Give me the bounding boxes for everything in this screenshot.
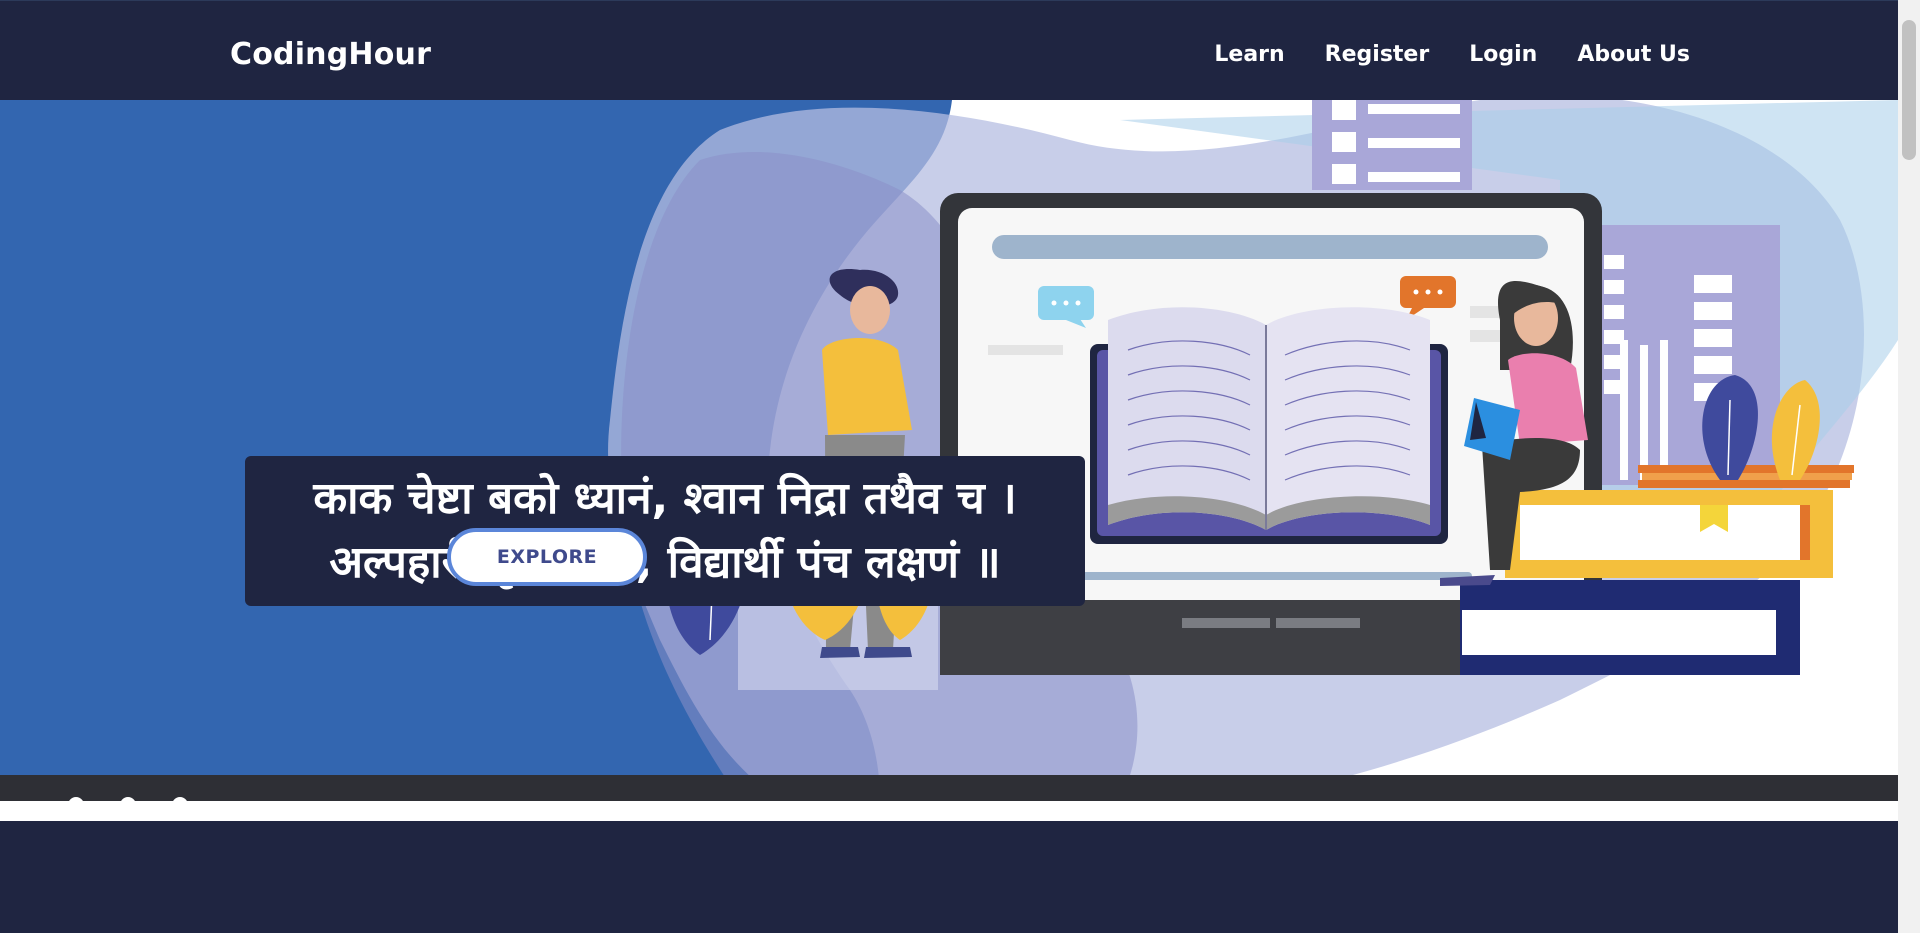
footer-section (0, 821, 1898, 933)
nav-link-register[interactable]: Register (1325, 42, 1430, 67)
carousel-dot-3[interactable] (172, 797, 188, 813)
navbar: CodingHour Learn Register Login About Us (0, 0, 1898, 100)
quote-box: काक चेष्टा बको ध्यानं, श्वान निद्रा तथैव… (245, 456, 1085, 606)
open-book-icon (1090, 307, 1448, 544)
carousel-indicator-bar (0, 775, 1898, 813)
scrollbar-thumb[interactable] (1902, 20, 1916, 160)
brand-logo[interactable]: CodingHour (230, 37, 431, 72)
nav-link-about-us[interactable]: About Us (1577, 42, 1690, 67)
nav-links: Learn Register Login About Us (1214, 42, 1690, 67)
hero-illustration (0, 100, 1898, 800)
quote-line-2: अल्पहारी गृह त्यागी, विद्यार्थी पंच लक्ष… (329, 537, 1001, 588)
page-scrollbar[interactable] (1898, 0, 1920, 933)
carousel-dot-2[interactable] (120, 797, 136, 813)
nav-link-login[interactable]: Login (1469, 42, 1537, 67)
nav-link-learn[interactable]: Learn (1214, 42, 1284, 67)
carousel-dot-1[interactable] (68, 797, 84, 813)
explore-button[interactable]: EXPLORE (447, 528, 647, 586)
quote-line-1: काक चेष्टा बको ध्यानं, श्वान निद्रा तथैव… (313, 473, 1017, 524)
hero-carousel: काक चेष्टा बको ध्यानं, श्वान निद्रा तथैव… (0, 100, 1898, 800)
